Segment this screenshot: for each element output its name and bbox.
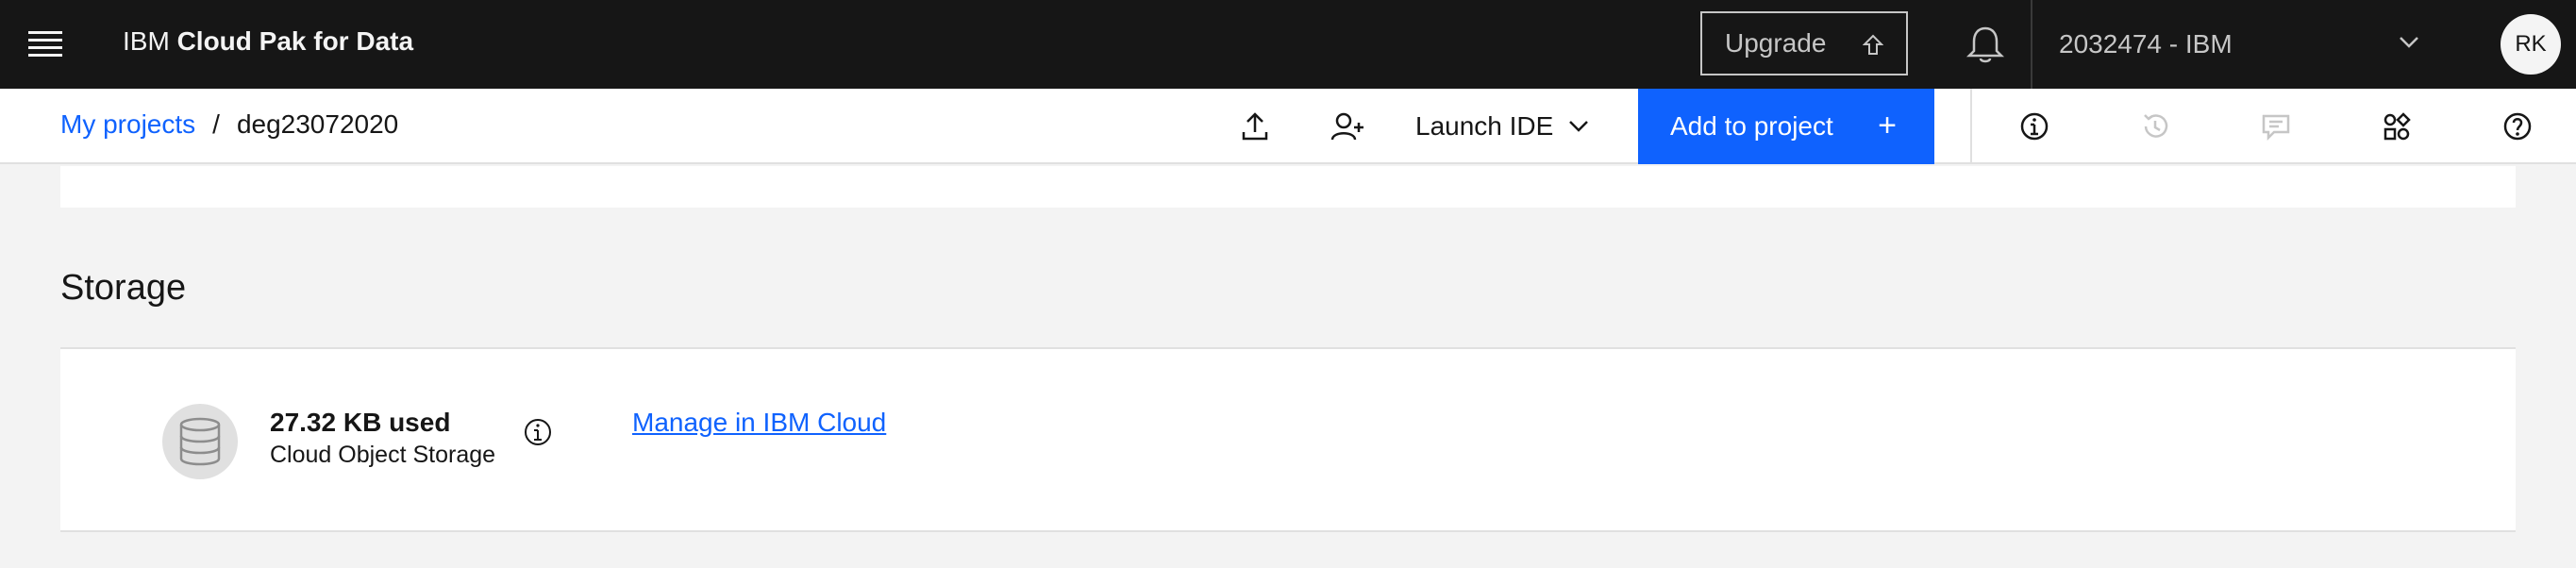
upgrade-arrow-icon — [1863, 34, 1883, 55]
avatar-initials: RK — [2515, 31, 2547, 57]
project-toolbar: My projects / deg23072020 Launch IDE Add… — [0, 89, 2576, 164]
upload-button[interactable] — [1217, 89, 1293, 164]
plus-icon: + — [1878, 108, 1897, 143]
database-icon — [162, 404, 238, 479]
breadcrumb: My projects / deg23072020 — [60, 109, 398, 140]
add-collaborator-button[interactable] — [1310, 89, 1385, 164]
info-icon — [2020, 112, 2049, 141]
help-icon — [2503, 112, 2532, 141]
breadcrumb-current-project: deg23072020 — [236, 109, 399, 139]
notification-bell-icon[interactable] — [1965, 23, 2006, 66]
product-name[interactable]: IBM Cloud Pak for Data — [123, 26, 413, 57]
breadcrumb-separator: / — [212, 109, 220, 139]
chat-icon — [2262, 114, 2290, 142]
account-switcher[interactable]: 2032474 - IBM — [2032, 0, 2457, 89]
history-icon — [2144, 114, 2168, 138]
global-header: IBM Cloud Pak for Data Upgrade 2032474 -… — [0, 0, 2576, 89]
storage-card: 27.32 KB used Cloud Object Storage Manag… — [60, 347, 2516, 532]
manage-assets-button[interactable] — [2359, 89, 2434, 164]
upgrade-label: Upgrade — [1725, 28, 1827, 58]
launch-ide-dropdown[interactable]: Launch IDE — [1415, 89, 1589, 164]
brand-prefix: IBM — [123, 26, 170, 56]
toolbar-divider — [1970, 89, 1972, 164]
chevron-down-icon — [2400, 37, 2418, 48]
user-add-icon — [1330, 112, 1363, 141]
menu-icon[interactable] — [28, 31, 62, 58]
manage-in-ibm-cloud-link[interactable]: Manage in IBM Cloud — [632, 408, 886, 438]
upgrade-button[interactable]: Upgrade — [1700, 11, 1908, 75]
storage-section-title: Storage — [60, 268, 187, 308]
add-to-project-label: Add to project — [1670, 111, 1833, 141]
storage-used: 27.32 KB used — [270, 408, 451, 437]
add-to-project-button[interactable]: Add to project + — [1638, 89, 1934, 164]
account-label: 2032474 - IBM — [2059, 29, 2233, 58]
chevron-down-icon — [1569, 121, 1589, 132]
upload-icon — [1242, 112, 1268, 141]
brand-product: Cloud Pak for Data — [176, 26, 414, 56]
apps-icon — [2384, 112, 2411, 141]
help-button[interactable] — [2480, 89, 2555, 164]
breadcrumb-my-projects[interactable]: My projects — [60, 109, 195, 140]
history-button[interactable] — [2117, 89, 2193, 164]
comments-button[interactable] — [2238, 89, 2314, 164]
launch-ide-label: Launch IDE — [1415, 111, 1554, 141]
project-info-button[interactable] — [1997, 89, 2072, 164]
avatar[interactable]: RK — [2501, 14, 2561, 75]
info-icon[interactable] — [523, 417, 553, 447]
previous-section-card — [60, 166, 2516, 208]
storage-type: Cloud Object Storage — [270, 442, 496, 468]
